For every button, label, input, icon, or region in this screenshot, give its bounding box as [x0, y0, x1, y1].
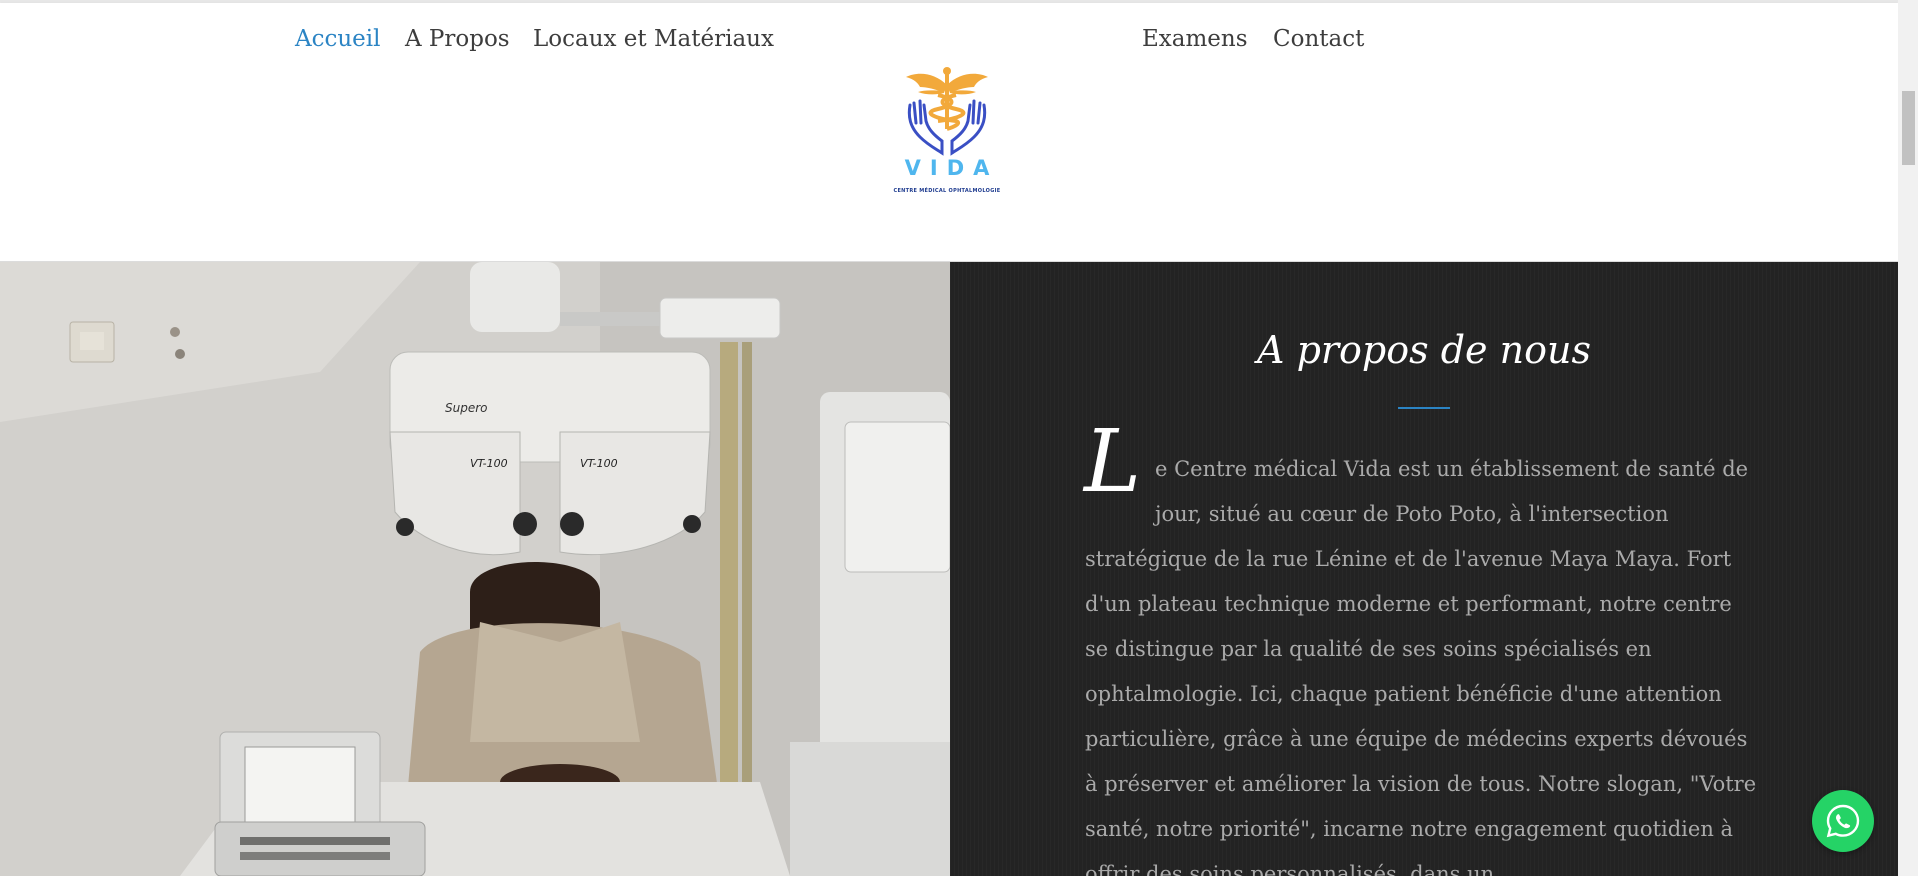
site-header: Accueil A Propos Locaux et Matériaux Exa…	[0, 3, 1898, 262]
nav-link-contact[interactable]: Contact	[1273, 26, 1364, 52]
about-section: A propos de nous L e Centre médical Vida…	[950, 262, 1898, 876]
about-paragraph-text: e Centre médical Vida est un établisseme…	[1085, 457, 1757, 876]
logo-tagline: CENTRE MÉDICAL OPHTALMOLOGIE	[893, 188, 1001, 194]
about-paragraph: e Centre médical Vida est un établisseme…	[1085, 447, 1757, 876]
logo-wordmark: VIDA	[904, 156, 999, 180]
page-scrollbar[interactable]	[1898, 0, 1918, 876]
nav-link-accueil[interactable]: Accueil	[295, 26, 381, 52]
scrollbar-thumb[interactable]	[1902, 91, 1915, 165]
about-title-divider	[1398, 407, 1450, 409]
whatsapp-button[interactable]	[1812, 790, 1874, 852]
whatsapp-icon	[1826, 804, 1860, 838]
dropcap-spacer	[1085, 447, 1155, 531]
nav-link-a-propos[interactable]: A Propos	[405, 26, 510, 52]
svg-text:VT-100: VT-100	[580, 457, 618, 470]
eye-exam-photo: Supero VT-100 VT-100	[0, 262, 950, 876]
nav-link-examens[interactable]: Examens	[1142, 26, 1248, 52]
about-title: A propos de nous	[1257, 328, 1591, 372]
site-logo[interactable]: VIDA CENTRE MÉDICAL OPHTALMOLOGIE	[880, 65, 1014, 203]
nav-link-locaux-et-materiaux[interactable]: Locaux et Matériaux	[533, 26, 774, 52]
svg-text:Supero: Supero	[445, 401, 488, 415]
svg-text:VT-100: VT-100	[470, 457, 508, 470]
caduceus-hands-icon	[906, 67, 988, 156]
